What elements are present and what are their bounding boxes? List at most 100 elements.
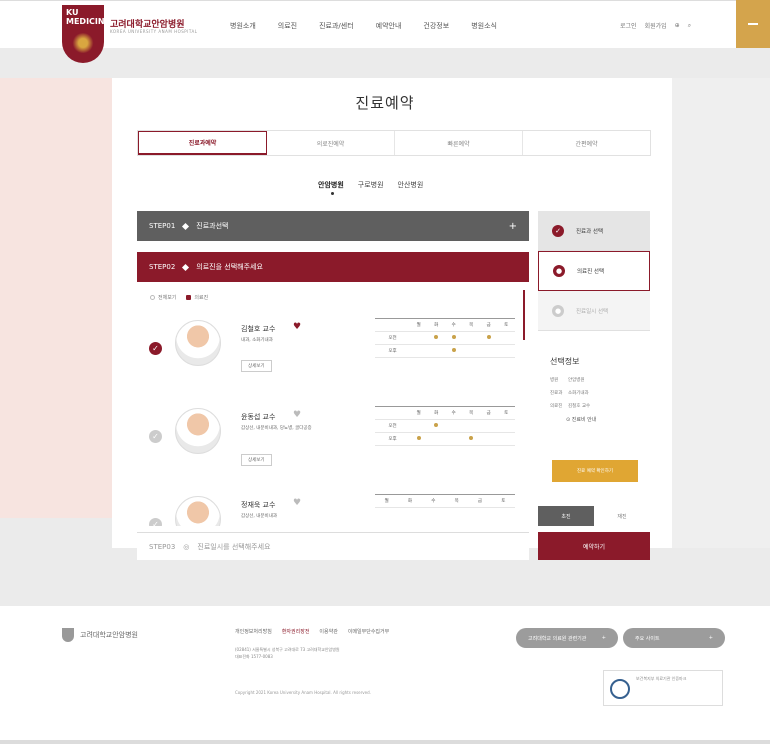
join-link[interactable]: 회원가입 <box>645 21 667 30</box>
radio-doctor[interactable]: 의료진 <box>186 294 208 301</box>
copyright: Copyright 2021 Korea University Anam Hos… <box>235 690 371 695</box>
doctor-card[interactable]: ✓ 정재욱 교수 ♥ 갑상선, 내분비내과 월화수목금토 <box>137 486 521 526</box>
heart-icon[interactable]: ♥ <box>293 410 301 420</box>
logo-emblem-icon <box>72 33 94 53</box>
site-footer: 고려대학교안암병원 개인정보처리방침 환자권리장전 이용약관 이메일무단수집거부… <box>0 606 770 744</box>
heart-icon[interactable]: ♥ <box>293 498 301 508</box>
major-sites-select[interactable]: 주요 사이트 + <box>623 628 725 648</box>
available-dot-icon[interactable] <box>416 436 421 440</box>
subtab-ansan[interactable]: 안산병원 <box>398 180 424 190</box>
doctor-photo <box>175 320 221 366</box>
scrollbar[interactable] <box>523 290 525 340</box>
doctor-icon: ● <box>553 265 565 277</box>
day-header: 수 <box>445 318 463 332</box>
check-icon[interactable]: ✓ <box>149 342 162 355</box>
available-dot-icon[interactable] <box>434 423 439 427</box>
available-dot-icon[interactable] <box>451 335 456 339</box>
hamburger-menu-button[interactable] <box>736 0 770 48</box>
doctor-card[interactable]: ✓ 윤동섭 교수 ♥ 갑상선, 내분비내과, 당뇨병, 골다공증 상세보기 월화… <box>137 398 521 478</box>
summary-row: 진료과 소화기내과 <box>550 390 638 396</box>
certification-text: 보건복지부 의료기관 인증마크 <box>636 676 687 681</box>
subtab-anam[interactable]: 안암병원 <box>318 180 344 195</box>
plus-icon[interactable]: + <box>509 221 517 232</box>
available-dot-icon[interactable] <box>451 348 456 352</box>
tab-revisit[interactable]: 재진 <box>594 506 650 526</box>
globe-icon[interactable]: ⊕ <box>675 22 680 29</box>
available-dot-icon[interactable] <box>434 335 439 339</box>
reserve-button[interactable]: 예약하기 <box>538 532 650 560</box>
doctor-name: 정재욱 교수 <box>241 501 276 509</box>
summary-title: 선택정보 <box>550 357 580 366</box>
nav-item[interactable]: 예약안내 <box>376 21 402 31</box>
day-header: 월 <box>375 494 399 508</box>
row-header: 오전 <box>375 419 410 433</box>
progress-step2-label: 의료진 선택 <box>577 269 605 275</box>
login-link[interactable]: 로그인 <box>620 21 637 30</box>
doctor-card[interactable]: ✓ 김철호 교수 ♥ 내과, 소화기내과 상세보기 월화수목금토 오전 오후 <box>137 310 521 390</box>
check-icon[interactable]: ✓ <box>149 518 162 526</box>
doctor-detail-button[interactable]: 상세보기 <box>241 454 272 466</box>
footer-logo[interactable]: 고려대학교안암병원 <box>62 628 138 642</box>
fee-info-link[interactable]: ⊙ 진료비 안내 <box>566 416 638 423</box>
logo-text: KU MEDICINE <box>66 8 111 26</box>
schedule-table: 월화수목금토 <box>375 494 515 508</box>
confirm-reservation-button[interactable]: 진료 예약 확인하기 <box>552 460 638 482</box>
schedule-table: 월화수목금토 오전 오후 <box>375 318 515 358</box>
tab-department[interactable]: 진료과예약 <box>138 131 267 155</box>
related-sites-select[interactable]: 고려대학교 의료원 관련기관 + <box>516 628 618 648</box>
check-icon: ✓ <box>552 224 564 237</box>
step1-bar[interactable]: STEP01 진료과선택 + <box>137 211 529 241</box>
footer-link[interactable]: 이용약관 <box>319 628 337 635</box>
tab-simple[interactable]: 간편예약 <box>523 131 650 155</box>
tab-first-visit[interactable]: 초진 <box>538 506 594 526</box>
footer-address: (02841) 서울특별시 성북구 고려대로 73 고려대학교안암병원 대표전화… <box>235 646 340 660</box>
heart-icon[interactable]: ♥ <box>293 322 301 332</box>
radio-doctor-label: 의료진 <box>194 295 209 301</box>
subtab-guro[interactable]: 구로병원 <box>358 180 384 190</box>
plus-icon: + <box>601 635 606 641</box>
step3-label: STEP03 <box>149 542 176 551</box>
doctor-detail-button[interactable]: 상세보기 <box>241 360 272 372</box>
footer-link[interactable]: 이메일무단수집거부 <box>348 628 389 635</box>
doctor-specialty: 갑상선, 내분비내과, 당뇨병, 골다공증 <box>241 426 312 431</box>
day-header: 수 <box>445 406 463 420</box>
step3-bar[interactable]: STEP03 ◎ 진료일시를 선택해주세요 <box>137 532 529 560</box>
progress-step3[interactable]: ● 진료일시 선택 <box>538 291 650 331</box>
day-header: 토 <box>497 318 515 332</box>
tab-quick[interactable]: 빠른예약 <box>395 131 523 155</box>
nav-item[interactable]: 건강정보 <box>423 21 449 31</box>
day-header: 토 <box>491 494 515 508</box>
day-header: 월 <box>410 406 428 420</box>
radio-all-label: 전체보기 <box>158 295 177 301</box>
progress-step3-label: 진료일시 선택 <box>576 308 609 315</box>
search-icon[interactable]: ⌕ <box>688 22 691 30</box>
hospital-sub: KOREA UNIVERSITY ANAM HOSPITAL <box>110 29 198 34</box>
reservation-tabs: 진료과예약 의료진예약 빠른예약 간편예약 <box>137 130 651 156</box>
available-dot-icon[interactable] <box>469 436 474 440</box>
doctor-specialty: 갑상선, 내분비내과 <box>241 514 277 519</box>
nav-item[interactable]: 병원소식 <box>471 21 497 31</box>
footer-link[interactable]: 환자권리장전 <box>282 628 310 635</box>
nav-item[interactable]: 의료진 <box>278 21 297 31</box>
summary-row: 병원 안암병원 <box>550 377 638 383</box>
day-header: 금 <box>468 494 492 508</box>
footer-link[interactable]: 개인정보처리방침 <box>235 628 272 635</box>
available-dot-icon[interactable] <box>486 335 491 339</box>
diamond-icon <box>182 263 190 271</box>
progress-step1[interactable]: ✓ 진료과 선택 <box>538 211 650 251</box>
check-icon[interactable]: ✓ <box>149 430 162 443</box>
summary-key: 의료진 <box>550 404 563 409</box>
radio-all[interactable]: 전체보기 <box>150 294 176 301</box>
hospital-subtabs: 안암병원 구로병원 안산병원 <box>318 180 424 195</box>
progress-step2[interactable]: ● 의료진 선택 <box>538 251 650 291</box>
step2-label: STEP02 <box>149 263 176 271</box>
step1-label: STEP01 <box>149 222 176 230</box>
nav-item[interactable]: 병원소개 <box>230 21 256 31</box>
summary-key: 진료과 <box>550 391 563 396</box>
util-nav: 로그인 회원가입 ⊕ ⌕ <box>620 21 691 31</box>
nav-item[interactable]: 진료과/센터 <box>319 21 354 31</box>
step2-bar[interactable]: STEP02 의료진을 선택해주세요 <box>137 252 529 282</box>
tab-doctor[interactable]: 의료진예약 <box>267 131 395 155</box>
logo[interactable]: KU MEDICINE <box>62 5 110 63</box>
diamond-icon <box>182 222 190 230</box>
